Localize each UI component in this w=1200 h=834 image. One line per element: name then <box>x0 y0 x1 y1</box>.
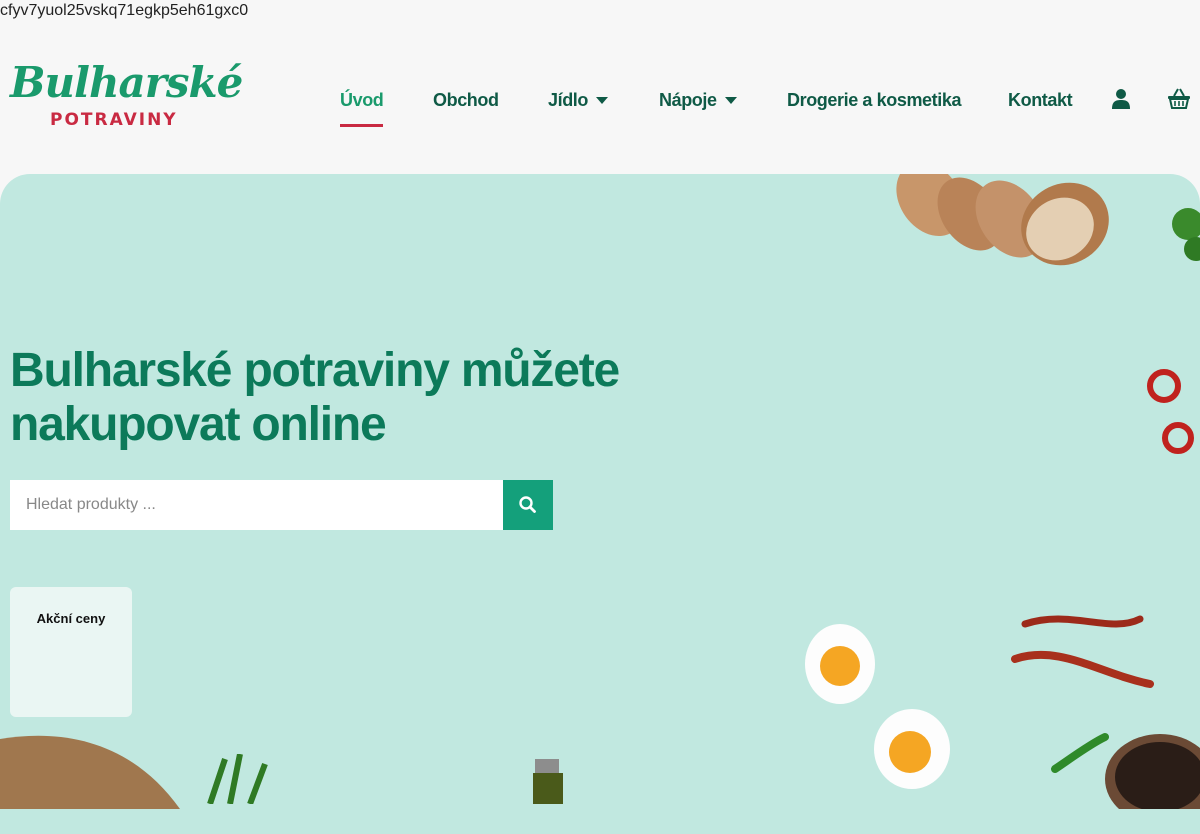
peppercorn-bowl-image <box>1105 734 1200 809</box>
search-icon <box>519 496 536 513</box>
shopping-basket-icon[interactable] <box>1167 88 1191 112</box>
nav-item-drogerie[interactable]: Drogerie a kosmetika <box>787 90 961 111</box>
promo-card-label: Akční ceny <box>36 611 106 626</box>
chevron-down-icon <box>596 96 609 104</box>
search-input[interactable] <box>10 480 503 530</box>
promo-card-akcni-ceny[interactable]: Akční ceny <box>10 587 132 717</box>
chili-rings-image <box>1147 369 1194 454</box>
bread-image <box>896 174 1109 266</box>
oil-bottle-image <box>533 759 563 804</box>
nav-item-kontakt[interactable]: Kontakt <box>1008 90 1073 111</box>
hero-section: Bulharské potraviny můžete nakupovat onl… <box>0 174 1200 834</box>
nav-item-napoje[interactable]: Nápoje <box>659 90 737 111</box>
user-icon[interactable] <box>1111 88 1135 112</box>
nav-item-jidlo-label: Jídlo <box>548 90 589 110</box>
site-header: Bulharské POTRAVINY Úvod Obchod Jídlo Ná… <box>0 40 1200 174</box>
nav-item-jidlo[interactable]: Jídlo <box>548 90 609 111</box>
wicker-basket-image <box>0 735 180 809</box>
page-id-text: cfyv7yuol25vskq71egkp5eh61gxc0 <box>0 2 249 19</box>
search-button[interactable] <box>503 480 553 530</box>
dried-chili-image <box>1011 615 1154 688</box>
main-navigation: Úvod Obchod Jídlo Nápoje Drogerie a kosm… <box>0 40 1200 174</box>
nav-item-uvod[interactable]: Úvod <box>340 90 384 127</box>
chevron-down-icon <box>724 96 737 104</box>
hero-title: Bulharské potraviny můžete nakupovat onl… <box>10 344 620 451</box>
herbs-image <box>207 754 268 804</box>
boiled-eggs-image <box>805 624 950 789</box>
nav-item-obchod[interactable]: Obchod <box>433 90 499 111</box>
parsley-image <box>1172 208 1200 261</box>
nav-item-napoje-label: Nápoje <box>659 90 717 110</box>
